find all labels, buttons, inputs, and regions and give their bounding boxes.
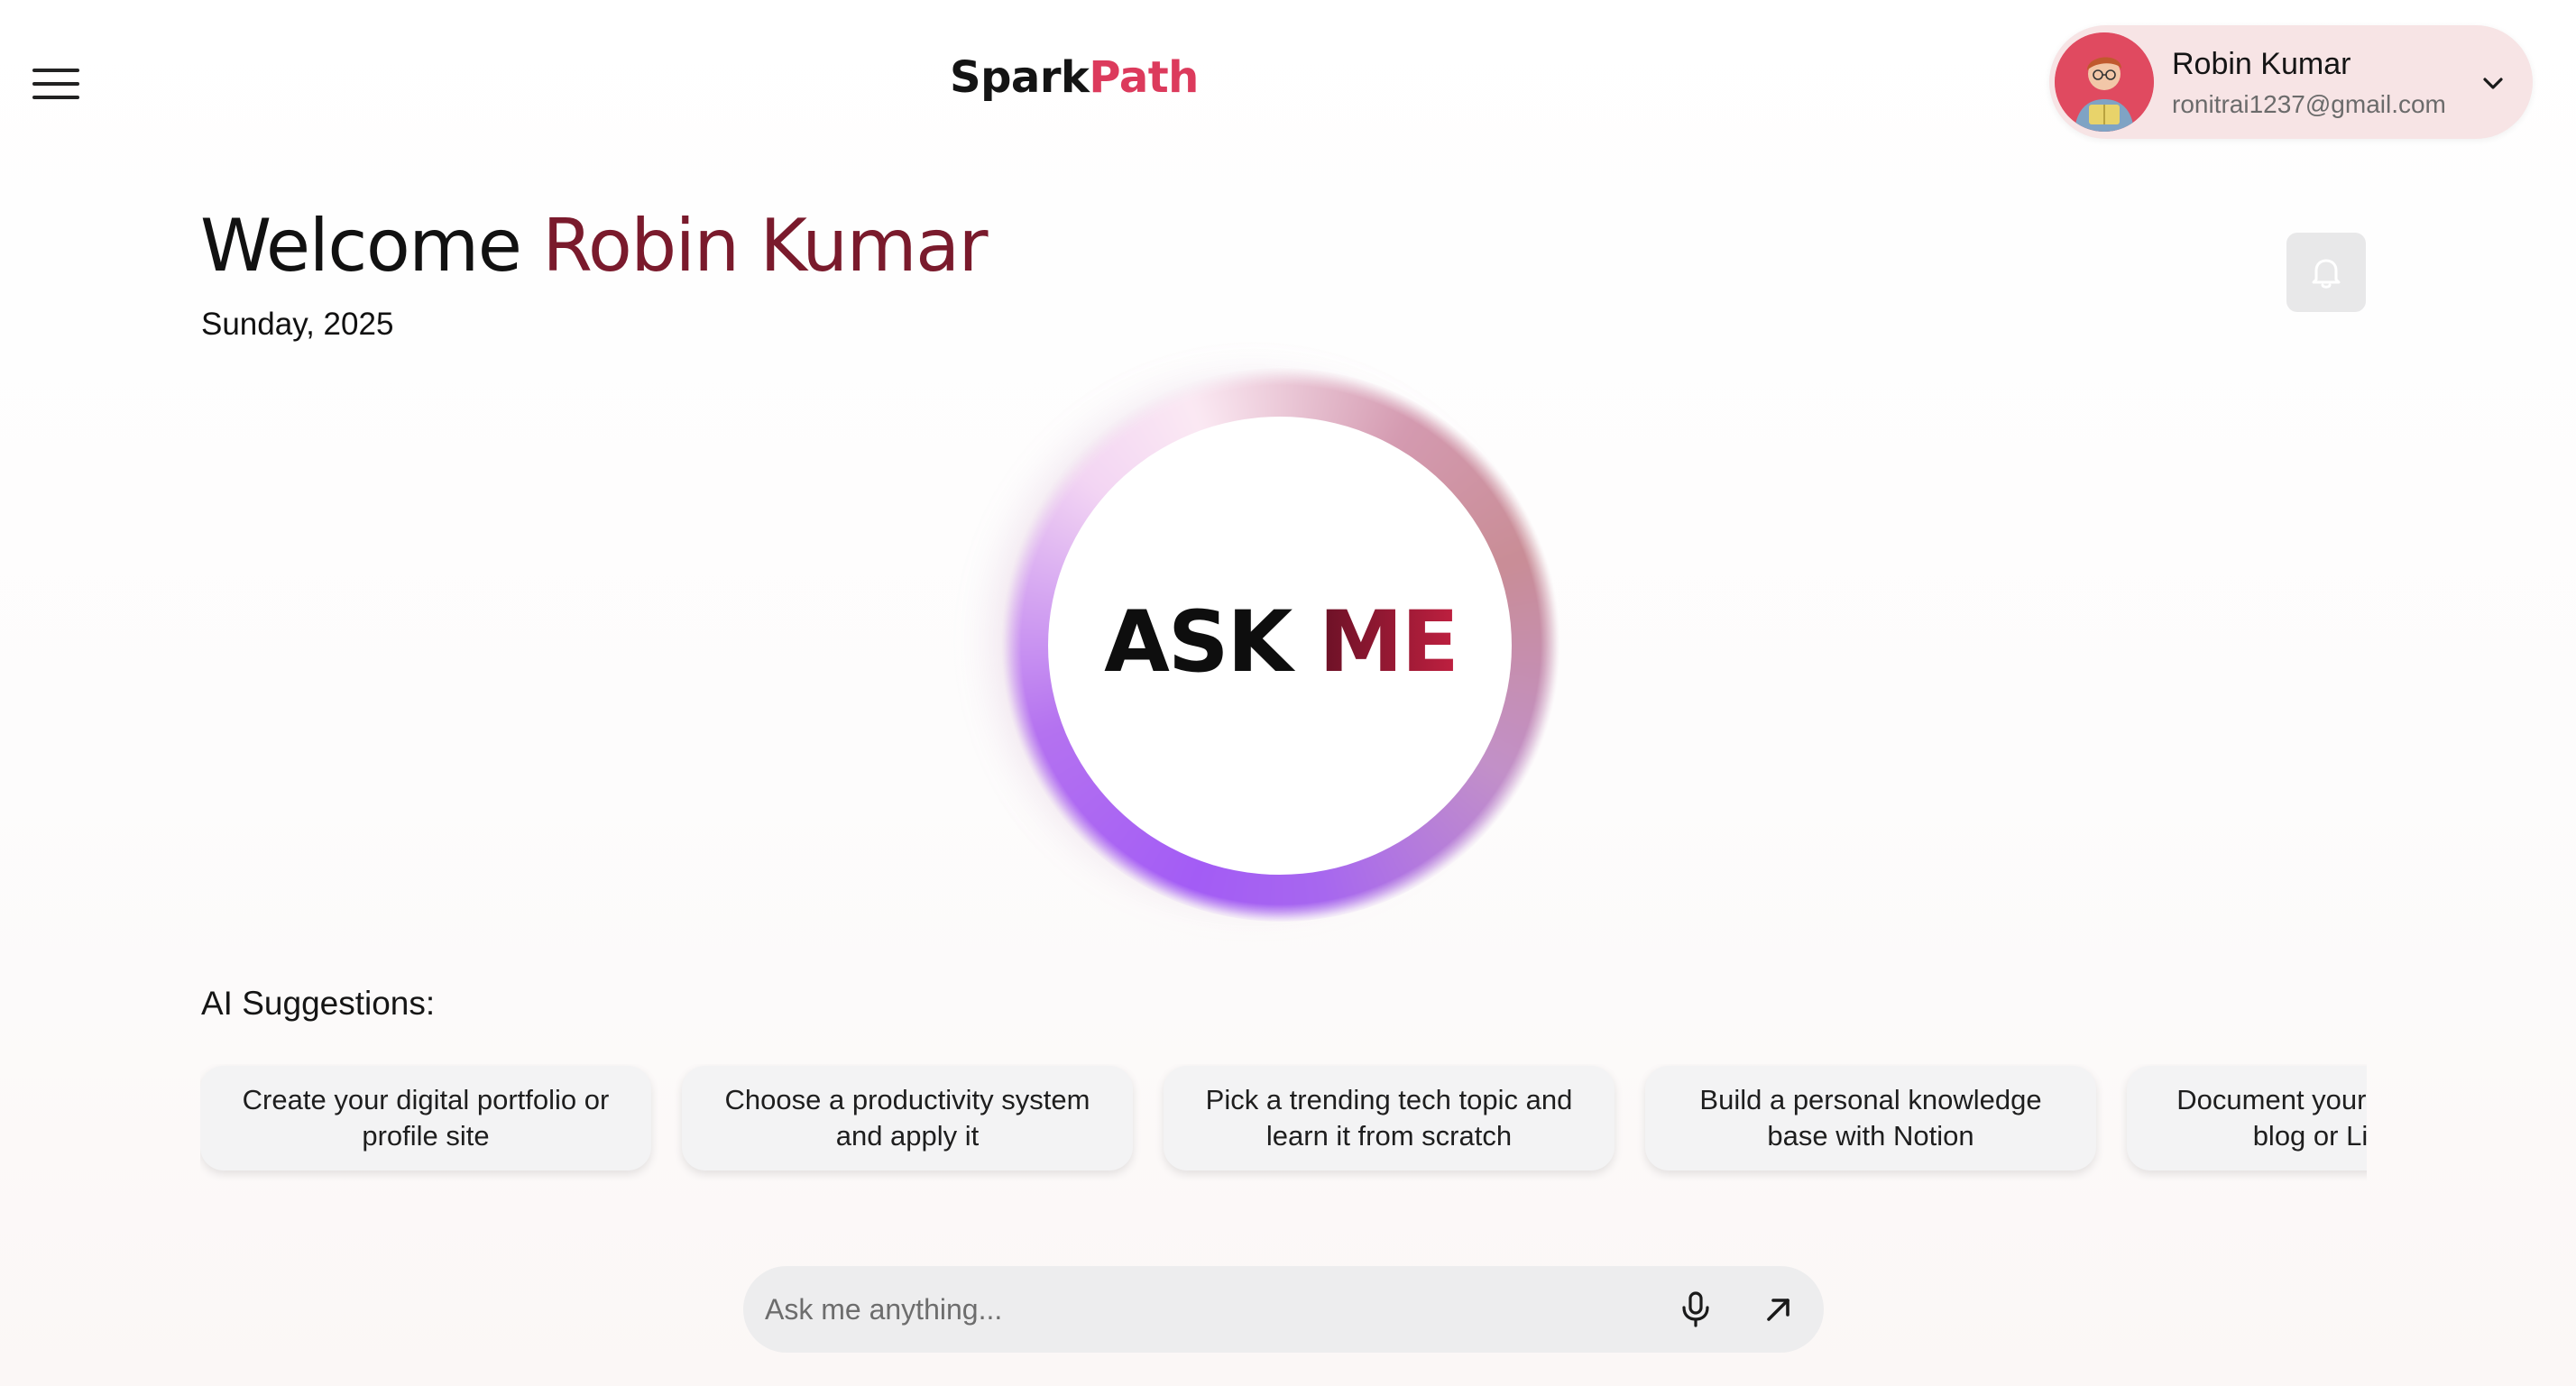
microphone-icon[interactable]: [1674, 1288, 1717, 1331]
page: SparkPath Robin Kumar ronitrai1237@gmail…: [0, 0, 2576, 1386]
profile-menu[interactable]: Robin Kumar ronitrai1237@gmail.com: [2049, 25, 2533, 139]
suggestion-chip[interactable]: Document your journey on a blog or Linke…: [2127, 1066, 2367, 1170]
welcome-heading: Welcome Robin Kumar: [200, 204, 988, 288]
suggestion-chip[interactable]: Build a personal knowledge base with Not…: [1645, 1066, 2096, 1170]
ask-bar: [743, 1266, 1824, 1353]
ask-input[interactable]: [765, 1282, 1631, 1336]
arrow-up-right-icon[interactable]: [1757, 1288, 1800, 1331]
notifications-button[interactable]: [2286, 233, 2366, 312]
welcome-user-name: Robin Kumar: [542, 204, 988, 288]
profile-email: ronitrai1237@gmail.com: [2172, 90, 2446, 118]
ask-me-label-part1: ASK: [1104, 593, 1293, 692]
brand-name-part1: Spark: [950, 52, 1090, 103]
suggestions-list: Create your digital portfolio or profile…: [200, 1064, 2367, 1181]
suggestion-chip[interactable]: Pick a trending tech topic and learn it …: [1164, 1066, 1615, 1170]
ask-me-button[interactable]: ASK ME: [1001, 593, 1560, 692]
profile-name: Robin Kumar: [2172, 47, 2351, 81]
avatar: [2055, 32, 2154, 132]
bell-icon: [2312, 259, 2341, 289]
hamburger-menu-icon[interactable]: [32, 69, 79, 99]
ai-suggestions-label: AI Suggestions:: [201, 985, 436, 1022]
suggestion-chip[interactable]: Create your digital portfolio or profile…: [200, 1066, 651, 1170]
brand-name-part2: Path: [1089, 52, 1199, 103]
current-date: Sunday, 2025: [201, 307, 394, 342]
chevron-down-icon[interactable]: [2479, 69, 2507, 97]
welcome-greeting: Welcome: [200, 204, 522, 288]
brand-logo: SparkPath: [950, 52, 1199, 103]
ask-me-label-part2: ME: [1319, 593, 1459, 692]
suggestion-chip[interactable]: Choose a productivity system and apply i…: [682, 1066, 1133, 1170]
